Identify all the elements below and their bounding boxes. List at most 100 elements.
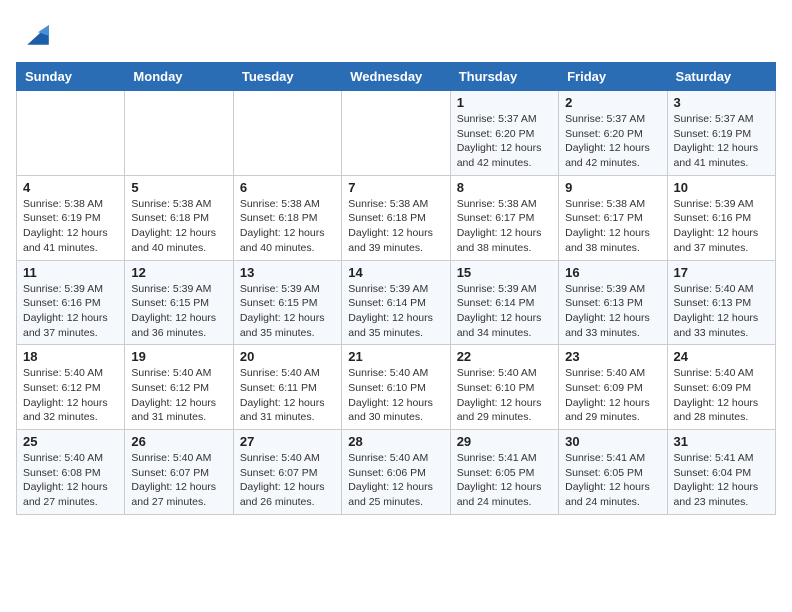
week-row-1: 1 Sunrise: 5:37 AM Sunset: 6:20 PM Daylig… <box>17 91 776 176</box>
day-number: 20 <box>240 349 335 364</box>
column-header-tuesday: Tuesday <box>233 63 341 91</box>
day-number: 16 <box>565 265 660 280</box>
day-number: 28 <box>348 434 443 449</box>
day-number: 29 <box>457 434 552 449</box>
day-cell: 27Sunrise: 5:40 AM Sunset: 6:07 PM Dayli… <box>233 430 341 515</box>
day-number: 19 <box>131 349 226 364</box>
day-cell: 20 Sunrise: 5:40 AM Sunset: 6:11 PM Dayli… <box>233 345 341 430</box>
day-number: 12 <box>131 265 226 280</box>
day-cell: 12 Sunrise: 5:39 AM Sunset: 6:15 PM Dayli… <box>125 260 233 345</box>
calendar-header-row: SundayMondayTuesdayWednesdayThursdayFrid… <box>17 63 776 91</box>
day-cell <box>342 91 450 176</box>
day-number: 2 <box>565 95 660 110</box>
day-info: Sunrise: 5:38 AM Sunset: 6:17 PM Dayligh… <box>457 197 552 256</box>
day-number: 15 <box>457 265 552 280</box>
day-cell: 2 Sunrise: 5:37 AM Sunset: 6:20 PM Daylig… <box>559 91 667 176</box>
day-info: Sunrise: 5:38 AM Sunset: 6:18 PM Dayligh… <box>240 197 335 256</box>
week-row-4: 18Sunrise: 5:40 AM Sunset: 6:12 PM Dayli… <box>17 345 776 430</box>
day-number: 17 <box>674 265 769 280</box>
column-header-monday: Monday <box>125 63 233 91</box>
day-info: Sunrise: 5:38 AM Sunset: 6:19 PM Dayligh… <box>23 197 118 256</box>
column-header-wednesday: Wednesday <box>342 63 450 91</box>
week-row-5: 25 Sunrise: 5:40 AM Sunset: 6:08 PM Dayli… <box>17 430 776 515</box>
day-cell: 1 Sunrise: 5:37 AM Sunset: 6:20 PM Daylig… <box>450 91 558 176</box>
logo <box>16 16 56 52</box>
day-number: 27 <box>240 434 335 449</box>
day-info: Sunrise: 5:39 AM Sunset: 6:13 PM Dayligh… <box>565 282 660 341</box>
day-number: 21 <box>348 349 443 364</box>
day-cell: 17 Sunrise: 5:40 AM Sunset: 6:13 PM Dayli… <box>667 260 775 345</box>
day-cell: 21Sunrise: 5:40 AM Sunset: 6:10 PM Dayli… <box>342 345 450 430</box>
day-number: 14 <box>348 265 443 280</box>
day-cell <box>17 91 125 176</box>
day-number: 8 <box>457 180 552 195</box>
day-cell: 26 Sunrise: 5:40 AM Sunset: 6:07 PM Dayli… <box>125 430 233 515</box>
day-info: Sunrise: 5:40 AM Sunset: 6:07 PM Dayligh… <box>131 451 226 510</box>
day-info: Sunrise: 5:39 AM Sunset: 6:14 PM Dayligh… <box>348 282 443 341</box>
day-number: 5 <box>131 180 226 195</box>
day-info: Sunrise: 5:40 AM Sunset: 6:12 PM Dayligh… <box>131 366 226 425</box>
calendar-table: SundayMondayTuesdayWednesdayThursdayFrid… <box>16 62 776 515</box>
day-cell: 24 Sunrise: 5:40 AM Sunset: 6:09 PM Dayli… <box>667 345 775 430</box>
day-number: 3 <box>674 95 769 110</box>
day-info: Sunrise: 5:40 AM Sunset: 6:13 PM Dayligh… <box>674 282 769 341</box>
day-info: Sunrise: 5:40 AM Sunset: 6:08 PM Dayligh… <box>23 451 118 510</box>
day-number: 24 <box>674 349 769 364</box>
day-info: Sunrise: 5:37 AM Sunset: 6:20 PM Dayligh… <box>457 112 552 171</box>
day-number: 6 <box>240 180 335 195</box>
column-header-sunday: Sunday <box>17 63 125 91</box>
day-cell: 10 Sunrise: 5:39 AM Sunset: 6:16 PM Dayli… <box>667 175 775 260</box>
day-number: 26 <box>131 434 226 449</box>
day-info: Sunrise: 5:38 AM Sunset: 6:18 PM Dayligh… <box>348 197 443 256</box>
logo-icon <box>20 16 56 52</box>
day-cell: 3Sunrise: 5:37 AM Sunset: 6:19 PM Daylig… <box>667 91 775 176</box>
header <box>16 16 776 52</box>
day-info: Sunrise: 5:40 AM Sunset: 6:11 PM Dayligh… <box>240 366 335 425</box>
day-number: 7 <box>348 180 443 195</box>
day-cell <box>233 91 341 176</box>
day-info: Sunrise: 5:40 AM Sunset: 6:10 PM Dayligh… <box>457 366 552 425</box>
day-number: 25 <box>23 434 118 449</box>
day-number: 1 <box>457 95 552 110</box>
day-cell <box>125 91 233 176</box>
day-number: 4 <box>23 180 118 195</box>
day-info: Sunrise: 5:41 AM Sunset: 6:05 PM Dayligh… <box>457 451 552 510</box>
day-info: Sunrise: 5:39 AM Sunset: 6:15 PM Dayligh… <box>131 282 226 341</box>
column-header-thursday: Thursday <box>450 63 558 91</box>
day-number: 10 <box>674 180 769 195</box>
column-header-saturday: Saturday <box>667 63 775 91</box>
day-cell: 18Sunrise: 5:40 AM Sunset: 6:12 PM Dayli… <box>17 345 125 430</box>
day-info: Sunrise: 5:40 AM Sunset: 6:09 PM Dayligh… <box>674 366 769 425</box>
day-number: 11 <box>23 265 118 280</box>
day-cell: 9Sunrise: 5:38 AM Sunset: 6:17 PM Daylig… <box>559 175 667 260</box>
day-cell: 23 Sunrise: 5:40 AM Sunset: 6:09 PM Dayli… <box>559 345 667 430</box>
day-info: Sunrise: 5:39 AM Sunset: 6:14 PM Dayligh… <box>457 282 552 341</box>
day-cell: 31 Sunrise: 5:41 AM Sunset: 6:04 PM Dayli… <box>667 430 775 515</box>
day-info: Sunrise: 5:39 AM Sunset: 6:15 PM Dayligh… <box>240 282 335 341</box>
day-cell: 13 Sunrise: 5:39 AM Sunset: 6:15 PM Dayli… <box>233 260 341 345</box>
day-info: Sunrise: 5:40 AM Sunset: 6:09 PM Dayligh… <box>565 366 660 425</box>
day-cell: 25 Sunrise: 5:40 AM Sunset: 6:08 PM Dayli… <box>17 430 125 515</box>
day-cell: 28Sunrise: 5:40 AM Sunset: 6:06 PM Dayli… <box>342 430 450 515</box>
day-info: Sunrise: 5:37 AM Sunset: 6:20 PM Dayligh… <box>565 112 660 171</box>
day-cell: 15 Sunrise: 5:39 AM Sunset: 6:14 PM Dayli… <box>450 260 558 345</box>
day-number: 13 <box>240 265 335 280</box>
day-info: Sunrise: 5:40 AM Sunset: 6:12 PM Dayligh… <box>23 366 118 425</box>
day-info: Sunrise: 5:38 AM Sunset: 6:17 PM Dayligh… <box>565 197 660 256</box>
day-cell: 22Sunrise: 5:40 AM Sunset: 6:10 PM Dayli… <box>450 345 558 430</box>
day-cell: 7 Sunrise: 5:38 AM Sunset: 6:18 PM Daylig… <box>342 175 450 260</box>
week-row-2: 4 Sunrise: 5:38 AM Sunset: 6:19 PM Daylig… <box>17 175 776 260</box>
day-cell: 16 Sunrise: 5:39 AM Sunset: 6:13 PM Dayli… <box>559 260 667 345</box>
column-header-friday: Friday <box>559 63 667 91</box>
day-cell: 6 Sunrise: 5:38 AM Sunset: 6:18 PM Daylig… <box>233 175 341 260</box>
day-number: 30 <box>565 434 660 449</box>
day-info: Sunrise: 5:39 AM Sunset: 6:16 PM Dayligh… <box>23 282 118 341</box>
day-info: Sunrise: 5:38 AM Sunset: 6:18 PM Dayligh… <box>131 197 226 256</box>
day-cell: 11 Sunrise: 5:39 AM Sunset: 6:16 PM Dayli… <box>17 260 125 345</box>
day-number: 23 <box>565 349 660 364</box>
day-cell: 4 Sunrise: 5:38 AM Sunset: 6:19 PM Daylig… <box>17 175 125 260</box>
day-cell: 8 Sunrise: 5:38 AM Sunset: 6:17 PM Daylig… <box>450 175 558 260</box>
day-number: 31 <box>674 434 769 449</box>
day-info: Sunrise: 5:39 AM Sunset: 6:16 PM Dayligh… <box>674 197 769 256</box>
day-info: Sunrise: 5:41 AM Sunset: 6:04 PM Dayligh… <box>674 451 769 510</box>
